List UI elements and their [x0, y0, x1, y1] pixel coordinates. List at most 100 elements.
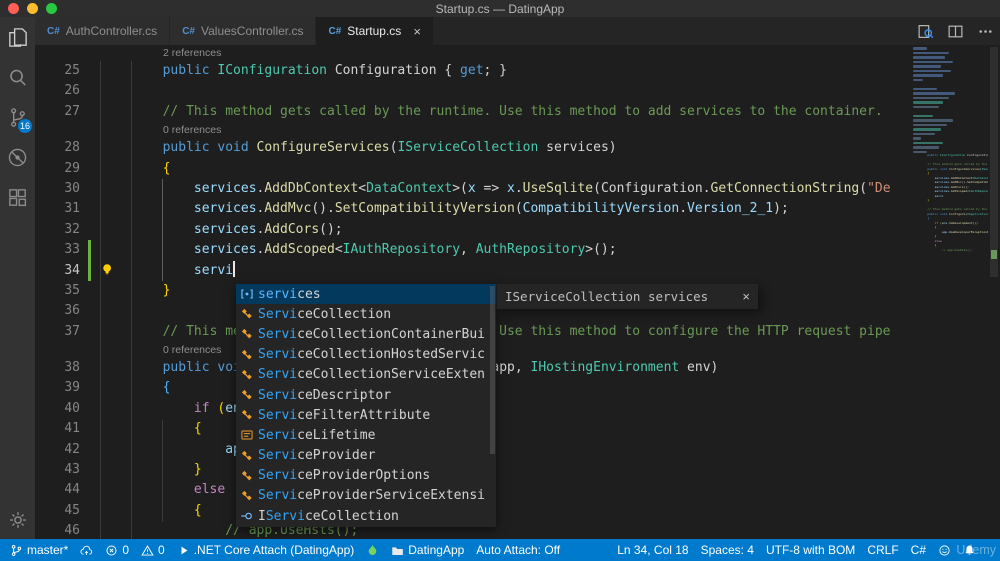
line-number: 28: [64, 140, 80, 156]
code-line-27[interactable]: 27 // This method gets called by the runt…: [35, 102, 908, 122]
status-crlf[interactable]: CRLF: [861, 539, 904, 561]
suggestion-item-ServiceCollectionServiceExten[interactable]: ServiceCollectionServiceExten: [236, 365, 496, 385]
text-cursor: [233, 260, 235, 277]
glyph-margin: [80, 521, 100, 539]
activity-bar: 16: [0, 17, 35, 539]
tab-label: Startup.cs: [347, 24, 402, 38]
status-utf-8-with-bom[interactable]: UTF-8 with BOM: [760, 539, 861, 561]
window-title: Startup.cs — DatingApp: [435, 2, 565, 16]
codelens-references[interactable]: 2 references: [35, 45, 908, 61]
tab-startup-cs[interactable]: C# Startup.cs ×: [316, 17, 434, 45]
suggestion-label: ServiceCollectionContainerBui: [258, 326, 485, 342]
tab-authcontroller-cs[interactable]: C# AuthController.cs: [35, 17, 171, 45]
code-text: // This method gets called by the runtim…: [162, 103, 883, 119]
code-line-30[interactable]: 30 services.AddDbContext<DataContext>(x =…: [35, 179, 908, 199]
search-icon: [6, 66, 29, 89]
activity-bar-item-extensions[interactable]: [0, 177, 35, 217]
tab-label: ValuesController.cs: [200, 24, 304, 38]
kind-interface: [240, 509, 254, 523]
settings-gear-button[interactable]: [0, 509, 35, 531]
activity-bar-item-debug[interactable]: [0, 137, 35, 177]
code-text: services.AddScoped<IAuthRepository, Auth…: [193, 242, 617, 258]
kind-variable: [240, 287, 254, 301]
code-line-28[interactable]: 28 public void ConfigureServices(IService…: [35, 138, 908, 158]
status-label: UTF-8 with BOM: [765, 543, 856, 557]
editor-scrollbar[interactable]: [988, 45, 1000, 539]
code-line-29[interactable]: 29 {: [35, 159, 908, 179]
code-line-26[interactable]: 26: [35, 81, 908, 101]
suggest-detail-close-icon[interactable]: ×: [742, 289, 750, 304]
glyph-margin: [80, 399, 100, 419]
status-0[interactable]: 0: [99, 539, 135, 561]
status-sync-icon[interactable]: [74, 539, 99, 561]
suggestion-item-ServiceCollectionContainerBui[interactable]: ServiceCollectionContainerBui: [236, 324, 496, 344]
status-label: master*: [27, 543, 69, 557]
status-smiley-icon[interactable]: [932, 539, 957, 561]
more-actions-icon[interactable]: [977, 23, 994, 40]
lightbulb-icon[interactable]: [101, 263, 115, 277]
status-spaces-4[interactable]: Spaces: 4: [695, 539, 760, 561]
intellisense-suggest-widget: services ServiceCollection ServiceCollecti…: [236, 284, 496, 527]
tab-valuescontroller-cs[interactable]: C# ValuesController.cs: [170, 17, 317, 45]
code-editor[interactable]: 2 references 25 public IConfiguration Conf…: [35, 45, 1000, 539]
suggestion-item-ServiceProvider[interactable]: ServiceProvider: [236, 446, 496, 466]
suggestion-item-ServiceCollectionHostedServic[interactable]: ServiceCollectionHostedServic: [236, 345, 496, 365]
code-line-25[interactable]: 25 public IConfiguration Configuration { …: [35, 61, 908, 81]
enum-kind-icon: [240, 428, 258, 442]
activity-bar-item-explorer[interactable]: [0, 17, 35, 57]
folder-icon: [391, 544, 404, 557]
line-number: 36: [64, 303, 80, 319]
suggestion-item-ServiceCollection[interactable]: ServiceCollection: [236, 304, 496, 324]
suggestion-item-services[interactable]: services: [236, 284, 496, 305]
kind-class: [240, 368, 254, 382]
tab-close-icon[interactable]: ×: [413, 25, 421, 38]
status-ln-34-col-18[interactable]: Ln 34, Col 18: [611, 539, 694, 561]
suggestion-item-ServiceProviderServiceExtensi[interactable]: ServiceProviderServiceExtensi: [236, 486, 496, 506]
split-editor-icon[interactable]: [947, 23, 964, 40]
suggestion-item-ServiceDescriptor[interactable]: ServiceDescriptor: [236, 385, 496, 405]
suggestion-item-ServiceLifetime[interactable]: ServiceLifetime: [236, 425, 496, 445]
line-number: 30: [64, 180, 80, 196]
suggestion-label: ServiceCollectionHostedServic: [258, 347, 485, 363]
glyph-margin: [80, 480, 100, 500]
code-line-34[interactable]: 34 servi: [35, 260, 908, 281]
code-text: services.AddMvc().SetCompatibilityVersio…: [193, 201, 789, 217]
status-net-core-attach-datingapp[interactable]: .NET Core Attach (DatingApp): [171, 539, 361, 561]
class-kind-icon: [240, 449, 258, 463]
line-number: 35: [64, 282, 80, 298]
tab-label: AuthController.cs: [65, 24, 158, 38]
minimap-line: [913, 114, 933, 117]
suggestion-item-ServiceProviderOptions[interactable]: ServiceProviderOptions: [236, 466, 496, 486]
minimap-line: [913, 78, 923, 81]
suggestion-label: IServiceCollection: [258, 508, 399, 524]
status-auto-attach-off[interactable]: Auto Attach: Off: [470, 539, 566, 561]
minimap-line: [913, 60, 953, 63]
source-control-badge: 16: [17, 119, 32, 133]
activity-bar-item-search[interactable]: [0, 57, 35, 97]
open-preview-icon[interactable]: [917, 23, 934, 40]
status-datingapp[interactable]: DatingApp: [385, 539, 470, 561]
minimap-line: [913, 47, 927, 50]
scrollbar-thumb[interactable]: [990, 47, 998, 277]
status-flame-icon[interactable]: [360, 539, 385, 561]
suggestion-item-IServiceCollection[interactable]: IServiceCollection: [236, 506, 496, 526]
code-line-32[interactable]: 32 services.AddCors();: [35, 220, 908, 240]
suggestion-item-ServiceFilterAttribute[interactable]: ServiceFilterAttribute: [236, 405, 496, 425]
code-text: services.AddDbContext<DataContext>(x => …: [193, 180, 891, 196]
status-label: 0: [158, 543, 165, 557]
glyph-margin: [80, 358, 100, 378]
minimap[interactable]: public IConfiguration Configuration { ge…: [908, 45, 988, 539]
suggestion-label: ServiceCollectionServiceExten: [258, 367, 485, 383]
status-c[interactable]: C#: [905, 539, 932, 561]
status-0[interactable]: 0: [135, 539, 171, 561]
activity-bar-item-source-control[interactable]: 16: [0, 97, 35, 137]
code-line-31[interactable]: 31 services.AddMvc().SetCompatibilityVers…: [35, 199, 908, 219]
class-kind-icon: [240, 408, 258, 422]
suggestion-label: ServiceProviderOptions: [258, 468, 431, 484]
status-master[interactable]: master*: [4, 539, 74, 561]
codelens-references[interactable]: 0 references: [35, 122, 908, 138]
suggest-scrollbar[interactable]: [490, 286, 495, 454]
code-line-33[interactable]: 33 services.AddScoped<IAuthRepository, Au…: [35, 240, 908, 260]
suggestion-label: ServiceProvider: [258, 448, 376, 464]
code-text: {: [162, 380, 171, 396]
